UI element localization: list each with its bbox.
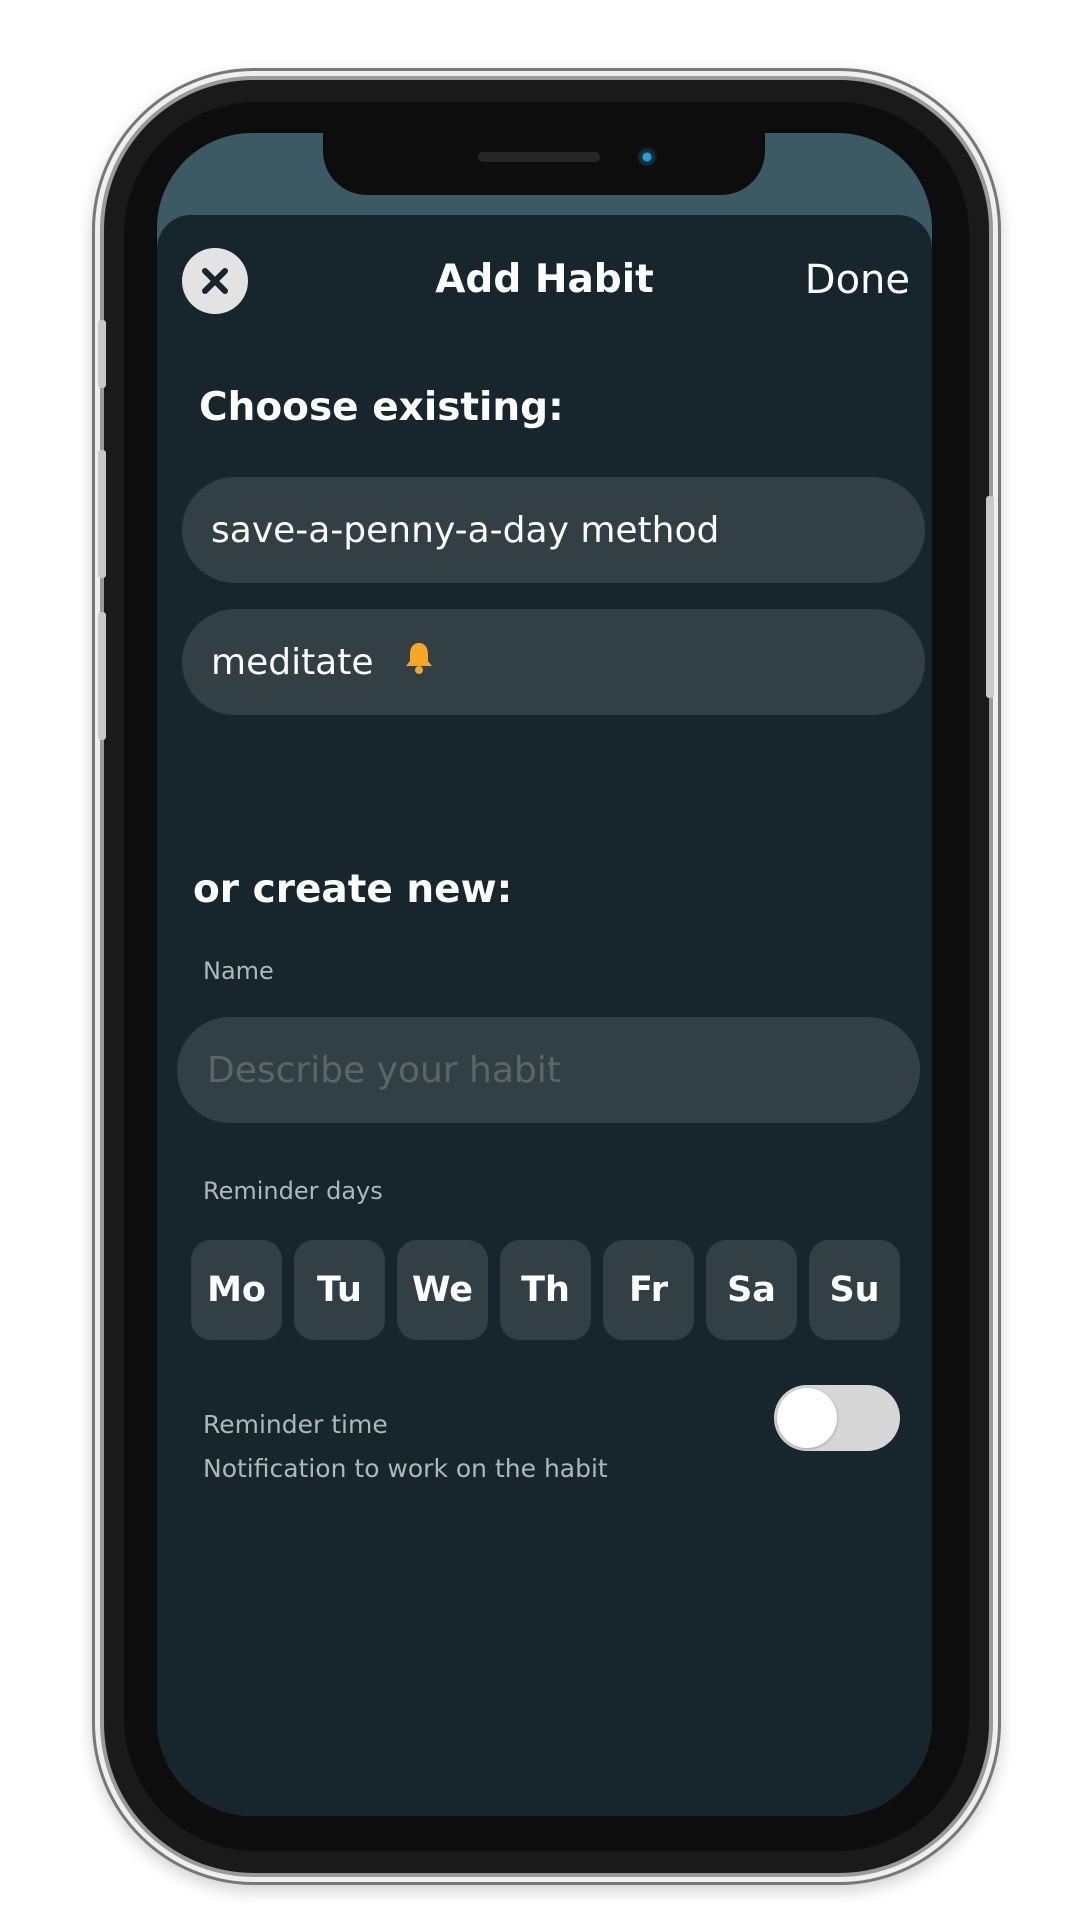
phone-notch: [323, 133, 765, 195]
phone-screen: Add Habit Done Choose existing: save-a-p…: [157, 133, 932, 1816]
done-button[interactable]: Done: [805, 257, 910, 303]
habit-name-input[interactable]: [177, 1017, 920, 1123]
existing-habit-item[interactable]: meditate: [182, 609, 925, 715]
day-toggle-we[interactable]: We: [397, 1240, 488, 1340]
bell-icon: [404, 641, 434, 675]
phone-speaker: [478, 152, 600, 162]
reminder-days-label: Reminder days: [203, 1177, 383, 1205]
phone-volume-up-button: [98, 450, 106, 578]
name-label: Name: [203, 957, 274, 985]
create-new-heading: or create new:: [193, 867, 513, 912]
toggle-knob: [777, 1388, 837, 1448]
add-habit-sheet: Add Habit Done Choose existing: save-a-p…: [157, 215, 932, 1816]
existing-habit-label: save-a-penny-a-day method: [211, 509, 720, 551]
day-toggle-su[interactable]: Su: [809, 1240, 900, 1340]
phone-mute-switch: [98, 320, 106, 388]
reminder-time-hint: Notification to work on the habit: [203, 1454, 608, 1483]
existing-habit-label: meditate: [211, 641, 374, 683]
phone-power-button: [986, 496, 994, 698]
reminder-time-label: Reminder time: [203, 1410, 388, 1439]
day-toggle-fr[interactable]: Fr: [603, 1240, 694, 1340]
day-toggle-mo[interactable]: Mo: [191, 1240, 282, 1340]
day-toggle-sa[interactable]: Sa: [706, 1240, 797, 1340]
reminder-time-toggle[interactable]: [774, 1385, 900, 1451]
phone-volume-down-button: [98, 612, 106, 740]
reminder-days-selector: Mo Tu We Th Fr Sa Su: [191, 1240, 900, 1340]
day-toggle-tu[interactable]: Tu: [294, 1240, 385, 1340]
choose-existing-heading: Choose existing:: [199, 385, 564, 430]
front-camera: [636, 146, 658, 168]
existing-habit-item[interactable]: save-a-penny-a-day method: [182, 477, 925, 583]
day-toggle-th[interactable]: Th: [500, 1240, 591, 1340]
